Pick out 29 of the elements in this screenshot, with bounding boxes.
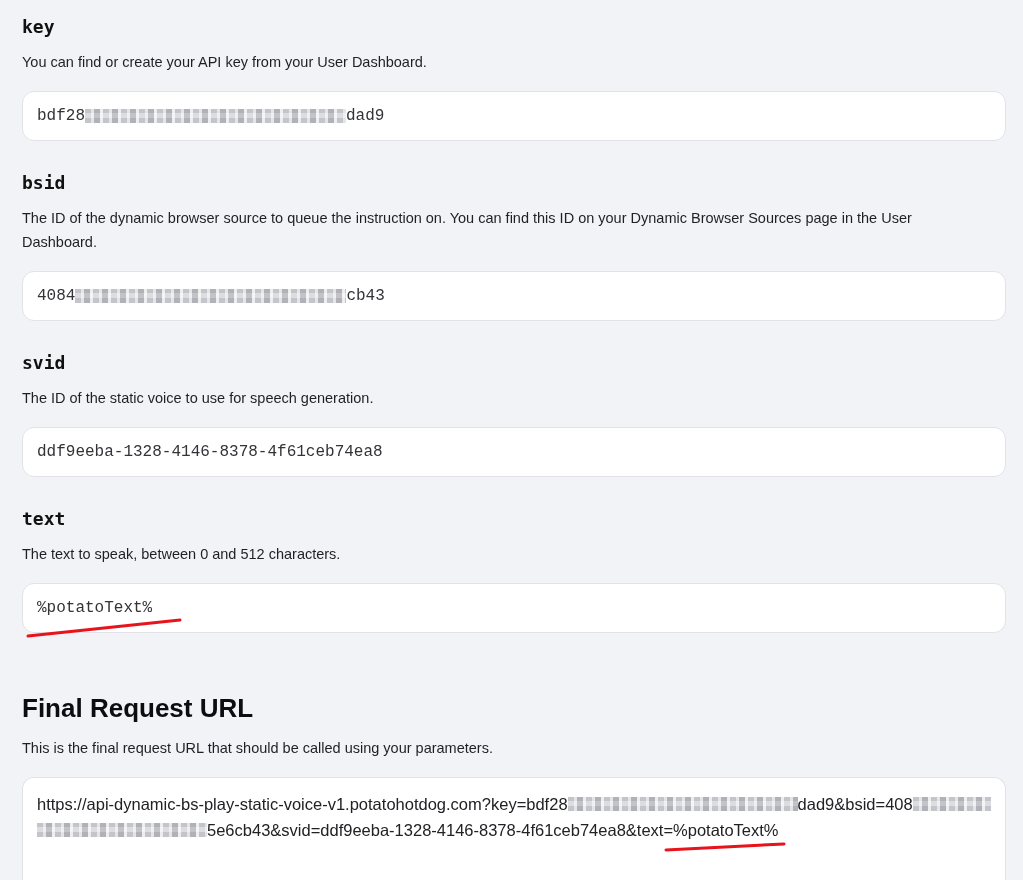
field-value: ddf9eeba-1328-4146-8378-4f61ceb74ea8 bbox=[37, 443, 383, 461]
field-value: 4084 bbox=[37, 287, 76, 305]
url-text: 5e6cb43&svid=ddf9eeba-1328-4146-8378-4f61ceb74ea8&text= bbox=[207, 820, 674, 840]
parameter-description: The ID of the dynamic browser source to queue the instruction on. You can find this ID on your Dynamic Browser Sources page in the User Dashboard. bbox=[22, 209, 913, 252]
field-value: dad9 bbox=[346, 107, 385, 125]
pixelated-blur-icon bbox=[912, 797, 991, 811]
pixelated-blur-icon bbox=[567, 797, 798, 811]
input-field[interactable]: %potatoText% bbox=[22, 583, 1006, 633]
url-text: https://api-dynamic-bs-play-static-voice-v1.potatohotdog.com?key=bdf28 bbox=[37, 794, 568, 814]
parameter-name: svid bbox=[22, 351, 67, 375]
field-value: bdf28 bbox=[37, 107, 85, 125]
parameter-name: key bbox=[22, 15, 56, 39]
pixelated-blur-icon bbox=[37, 823, 207, 837]
parameter-description: The ID of the static voice to use for speech generation. bbox=[22, 389, 375, 408]
url-text: %potatoText% bbox=[673, 820, 779, 840]
pixelated-blur-icon bbox=[75, 289, 347, 303]
url-text: dad9&bsid=408 bbox=[797, 794, 913, 814]
parameter-name: bsid bbox=[22, 171, 67, 195]
field-value: %potatoText% bbox=[37, 599, 153, 617]
input-field[interactable]: 4084 cb43 bbox=[22, 271, 1006, 321]
section-title: Final Request URL bbox=[22, 692, 255, 725]
input-field[interactable]: ddf9eeba-1328-4146-8378-4f61ceb74ea8 bbox=[22, 427, 1006, 477]
input-field[interactable]: bdf28 dad9 bbox=[22, 91, 1006, 141]
field-value: cb43 bbox=[346, 287, 385, 305]
pixelated-blur-icon bbox=[85, 109, 346, 123]
parameter-description: You can find or create your API key from your User Dashboard. bbox=[22, 53, 428, 72]
section-description: This is the final request URL that should be called using your parameters. bbox=[22, 739, 494, 758]
parameter-description: The text to speak, between 0 and 512 characters. bbox=[22, 545, 342, 564]
parameter-name: text bbox=[22, 507, 67, 531]
